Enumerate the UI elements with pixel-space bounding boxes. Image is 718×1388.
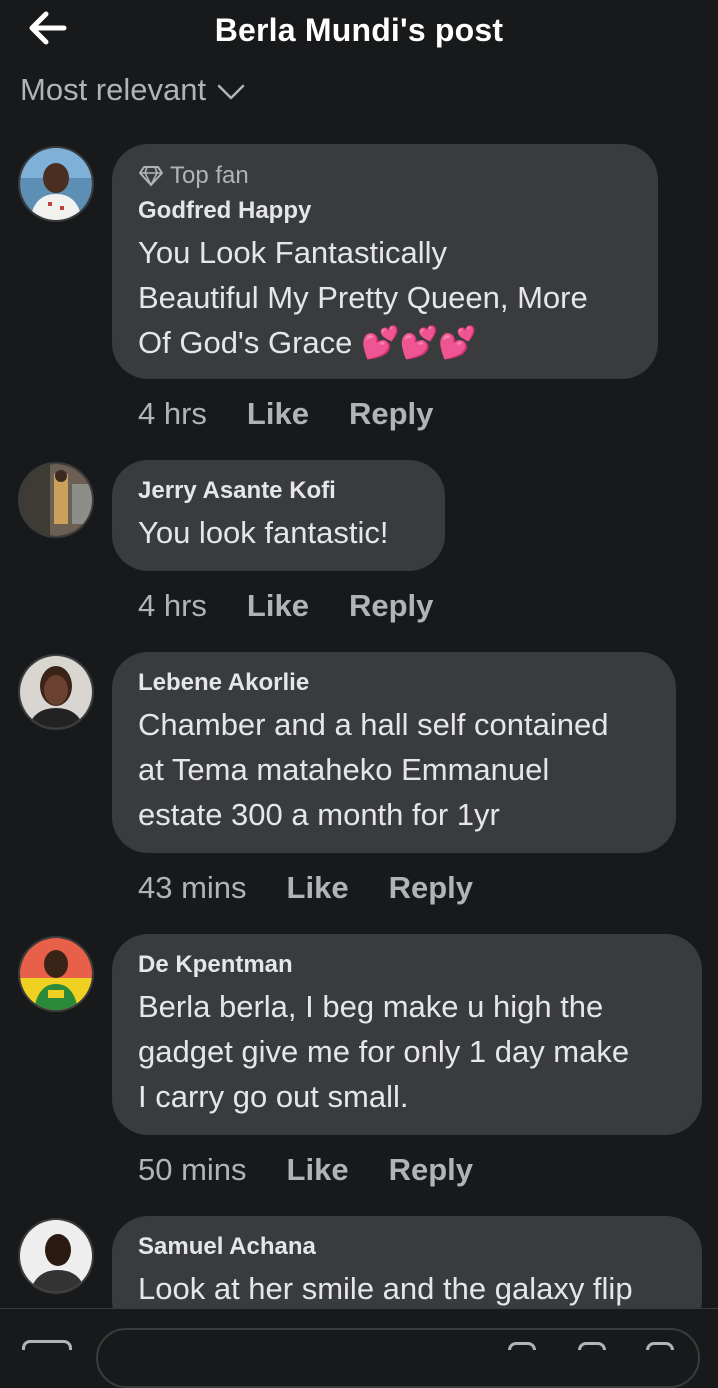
comment-bubble[interactable]: Jerry Asante Kofi You look fantastic! [112, 460, 445, 571]
like-button[interactable]: Like [247, 588, 309, 624]
avatar[interactable] [18, 462, 94, 538]
timestamp[interactable]: 4 hrs [138, 396, 207, 432]
comment-actions: 4 hrs Like Reply [138, 586, 473, 626]
reply-button[interactable]: Reply [389, 1152, 473, 1188]
like-button[interactable]: Like [247, 396, 309, 432]
reply-button[interactable]: Reply [349, 588, 433, 624]
like-button[interactable]: Like [287, 1152, 349, 1188]
reply-button[interactable]: Reply [389, 870, 473, 906]
commenter-name[interactable]: Samuel Achana [138, 1232, 676, 1262]
comment-line: Of God's Grace 💕💕💕 [138, 325, 477, 360]
avatar[interactable] [18, 146, 94, 222]
avatar[interactable] [18, 1218, 94, 1294]
comment-bubble[interactable]: De Kpentman Berla berla, I beg make u hi… [112, 934, 702, 1135]
sort-dropdown[interactable]: Most relevant [20, 70, 246, 110]
comment-line: Look at her smile and the galaxy flip [138, 1271, 633, 1306]
comment-bubble[interactable]: Top fan Godfred Happy You Look Fantastic… [112, 144, 658, 379]
comment-text: Chamber and a hall self contained at Tem… [138, 702, 650, 837]
comment-line: Beautiful My Pretty Queen, More [138, 280, 588, 315]
comment-line: I carry go out small. [138, 1079, 409, 1114]
comment-text: You Look Fantastically Beautiful My Pret… [138, 230, 632, 365]
top-bar: Berla Mundi's post [0, 0, 718, 64]
chevron-down-icon [217, 84, 245, 100]
comment-bubble[interactable]: Lebene Akorlie Chamber and a hall self c… [112, 652, 676, 853]
page-title: Berla Mundi's post [214, 12, 504, 48]
commenter-name[interactable]: Godfred Happy [138, 196, 632, 226]
avatar[interactable] [18, 936, 94, 1012]
comment-line: Berla berla, I beg make u high the [138, 989, 604, 1024]
comment-text: You look fantastic! [138, 510, 419, 555]
comment-line: You Look Fantastically [138, 235, 448, 270]
commenter-name[interactable]: De Kpentman [138, 950, 676, 980]
sort-label: Most relevant [20, 72, 207, 107]
commenter-name[interactable]: Jerry Asante Kofi [138, 476, 419, 506]
comment-actions: 4 hrs Like Reply [138, 394, 473, 434]
timestamp[interactable]: 50 mins [138, 1152, 247, 1188]
comment-line: at Tema mataheko Emmanuel [138, 752, 550, 787]
comment-actions: 50 mins Like Reply [138, 1150, 513, 1190]
comment-line: Chamber and a hall self contained [138, 707, 609, 742]
reply-button[interactable]: Reply [349, 396, 433, 432]
comment-text: Look at her smile and the galaxy flip [138, 1266, 676, 1311]
like-button[interactable]: Like [287, 870, 349, 906]
avatar[interactable] [18, 654, 94, 730]
sticker-icon[interactable] [578, 1342, 606, 1350]
comment-line: You look fantastic! [138, 515, 389, 550]
timestamp[interactable]: 4 hrs [138, 588, 207, 624]
gif-icon[interactable] [508, 1342, 536, 1350]
comment-actions: 43 mins Like Reply [138, 868, 513, 908]
commenter-name[interactable]: Lebene Akorlie [138, 668, 650, 698]
comment-input[interactable] [96, 1328, 700, 1388]
top-fan-badge: Top fan [138, 162, 632, 190]
diamond-icon [139, 166, 163, 187]
comment-line: estate 300 a month for 1yr [138, 797, 500, 832]
camera-icon[interactable] [22, 1340, 72, 1350]
timestamp[interactable]: 43 mins [138, 870, 247, 906]
comment-line: gadget give me for only 1 day make [138, 1034, 630, 1069]
badge-label: Top fan [170, 162, 249, 189]
emoji-icon[interactable] [646, 1342, 674, 1350]
comment-text: Berla berla, I beg make u high the gadge… [138, 984, 676, 1119]
